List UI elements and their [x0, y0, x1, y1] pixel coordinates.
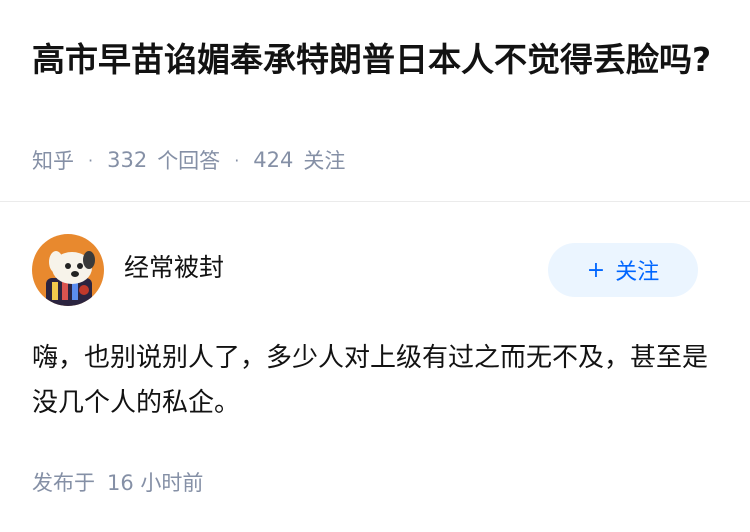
cartoon-dog-avatar-icon [32, 234, 104, 306]
author-name[interactable]: 经常被封 [124, 250, 224, 286]
meta-separator: · [88, 150, 94, 170]
answer-content[interactable]: 嗨，也别说别人了，多少人对上级有过之而无不及，甚至是没几个人的私企。 [32, 336, 722, 426]
section-divider [0, 201, 750, 202]
follow-button[interactable]: + 关注 [548, 243, 698, 297]
source-label[interactable]: 知乎 [32, 145, 74, 175]
follower-count-label: 关注 [303, 149, 346, 173]
question-title[interactable]: 高市早苗谄媚奉承特朗普日本人不觉得丢脸吗? [32, 36, 722, 84]
publish-time-value: 16 小时前 [107, 471, 204, 495]
zhihu-answer-page: 高市早苗谄媚奉承特朗普日本人不觉得丢脸吗? 知乎 · 332 个回答 · 424… [0, 0, 750, 532]
publish-label: 发布于 [32, 471, 95, 495]
question-meta: 知乎 · 332 个回答 · 424 关注 [32, 144, 345, 176]
meta-separator: · [234, 150, 240, 170]
answer-count: 332 [107, 148, 148, 172]
answer-count-label: 个回答 [157, 149, 221, 173]
follower-count: 424 [253, 148, 294, 172]
author-avatar[interactable] [32, 234, 104, 306]
follow-button-label: 关注 [615, 260, 660, 285]
publish-time: 发布于 16 小时前 [32, 466, 203, 498]
plus-icon: + [586, 257, 606, 283]
